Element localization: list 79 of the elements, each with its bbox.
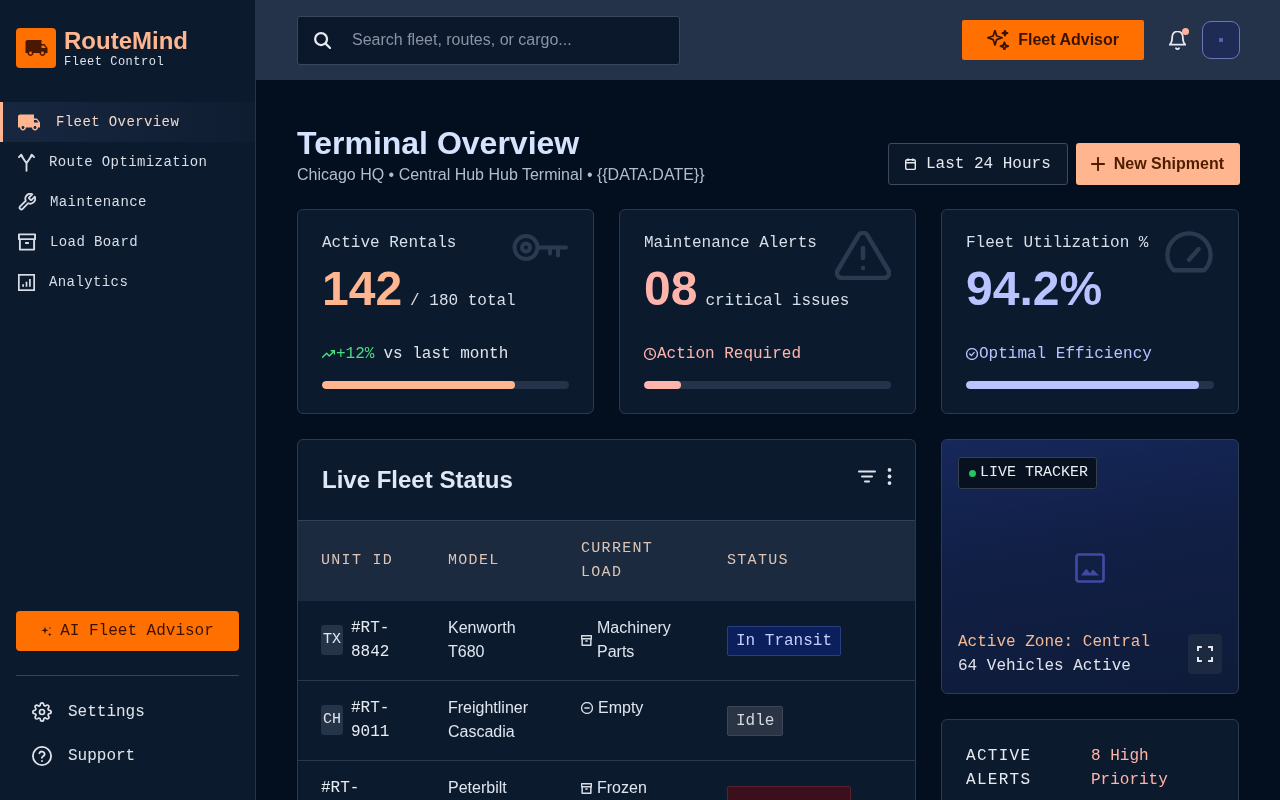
stat-suffix: / 180 total (410, 291, 516, 311)
stat-value: 142 (322, 261, 403, 317)
gauge-icon (1164, 231, 1214, 273)
sparkle-icon (41, 625, 53, 637)
image-icon (1075, 552, 1105, 583)
column-header: MODEL (448, 551, 501, 571)
column-header: STATUS (727, 551, 790, 571)
nav-item[interactable]: Load Board (0, 222, 255, 262)
truck-icon (18, 113, 40, 131)
gear-icon (32, 702, 52, 722)
stat-note: vs last month (383, 344, 509, 364)
alerts-label: ACTIVE ALERTS (966, 746, 1033, 791)
stat-value: 94.2% (966, 261, 1103, 317)
load-text: Frozen (597, 778, 647, 798)
column-header: CURRENT LOAD (581, 539, 655, 583)
card-title: Live Fleet Status (322, 465, 513, 495)
nav-item[interactable]: Analytics (0, 262, 255, 302)
brand-name: RouteMind (64, 27, 188, 54)
help-icon (32, 746, 52, 766)
stat-label: Active Rentals (322, 233, 457, 253)
vehicle-count: 64 Vehicles Active (958, 656, 1132, 677)
nav-item[interactable]: Maintenance (0, 182, 255, 222)
stat-note: Optimal Efficiency (979, 344, 1152, 364)
fullscreen-icon (1197, 646, 1213, 662)
page-title: Terminal Overview (297, 125, 581, 161)
unit-id: #RT-9011 (351, 698, 391, 743)
warning-icon (835, 231, 891, 280)
archive-box-icon (581, 634, 592, 646)
more-icon[interactable] (887, 467, 892, 485)
sparkle-icon (987, 30, 1010, 50)
bell-icon[interactable] (1169, 30, 1186, 50)
unit-id: #RT-8842 (351, 618, 391, 663)
route-fork-icon (18, 152, 35, 172)
model-name: Freightliner Cascadia (448, 698, 530, 742)
trend-up-icon (322, 350, 335, 358)
page-subtitle: Chicago HQ • Central Hub Hub Terminal • {{DATA:DATE}} (297, 165, 705, 185)
filter-icon[interactable] (858, 469, 876, 483)
stat-label: Fleet Utilization % (966, 233, 1149, 253)
alerts-value: 8 High Priority (1091, 746, 1169, 791)
nav-item[interactable]: Route Optimization (0, 142, 255, 182)
status-badge: Idle (727, 705, 784, 736)
calendar-icon (904, 158, 916, 170)
live-label: LIVE TRACKER (980, 463, 1089, 483)
check-circle-icon (966, 348, 978, 360)
load-text: Machinery Parts (597, 618, 672, 662)
unit-id: #RT- (321, 778, 360, 799)
zone-label: Active Zone: Central (958, 632, 1151, 653)
stat-note: Action Required (657, 344, 802, 364)
search-icon (314, 31, 331, 49)
wrench-icon (18, 193, 36, 211)
brand-tagline: Fleet Control (64, 54, 166, 69)
ai-advisor-button[interactable]: AI Fleet Advisor (16, 611, 239, 651)
archive-box-icon (581, 782, 592, 794)
stat-suffix: critical issues (705, 291, 850, 311)
model-name: Kenworth T680 (448, 618, 517, 662)
fullscreen-button[interactable] (1188, 634, 1222, 674)
region-badge: TX (321, 625, 343, 655)
plus-icon (1090, 157, 1105, 171)
avatar[interactable] (1202, 21, 1240, 59)
region-badge: CH (321, 705, 343, 735)
stat-value: 08 (644, 261, 698, 317)
search-field[interactable]: Search fleet, routes, or cargo... (297, 15, 680, 65)
fleet-advisor-button[interactable]: Fleet Advisor (962, 20, 1144, 60)
archive-box-icon (18, 233, 36, 251)
bar-chart-icon (18, 273, 35, 291)
status-badge: In Transit (727, 625, 841, 656)
load-text: Empty (598, 698, 644, 718)
nav-item[interactable]: Fleet Overview (0, 102, 255, 142)
truck-logo-icon (16, 28, 56, 68)
stat-label: Maintenance Alerts (644, 233, 817, 253)
sidebar-link[interactable]: Settings (0, 690, 255, 734)
key-icon (511, 231, 569, 264)
clock-icon (644, 348, 656, 360)
date-range-button[interactable]: Last 24 Hours (887, 143, 1068, 185)
model-name: Peterbilt (448, 778, 507, 798)
sidebar-link[interactable]: Support (0, 734, 255, 778)
column-header: UNIT ID (321, 551, 395, 571)
new-shipment-button[interactable]: New Shipment (1075, 143, 1240, 185)
trend-value: +12% (336, 344, 375, 364)
